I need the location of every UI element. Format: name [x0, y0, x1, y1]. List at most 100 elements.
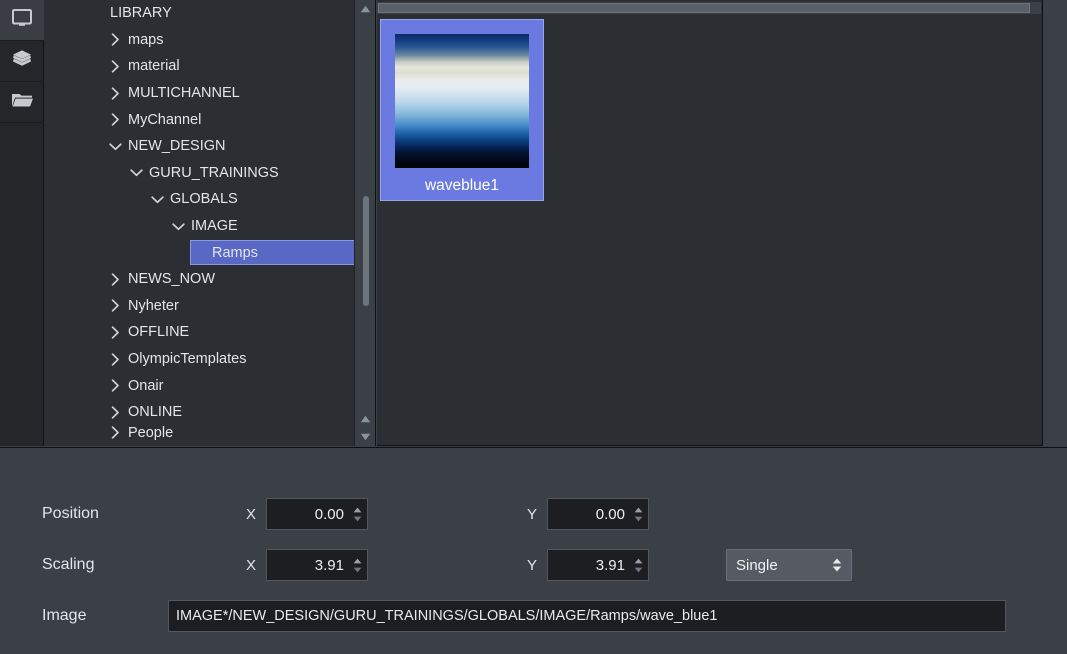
position-row: Position X 0.00 Y 0.00 — [0, 497, 1067, 531]
folder-icon — [10, 90, 34, 115]
tree-item-label: People — [124, 426, 173, 440]
scaling-x-stepper[interactable] — [350, 558, 364, 573]
position-x-value: 0.00 — [267, 506, 350, 523]
stepper-down-icon — [353, 516, 362, 522]
tree-item-globals[interactable]: GLOBALS — [44, 186, 355, 213]
tree-scrollbar-bottom-arrows — [355, 410, 376, 446]
position-label: Position — [42, 505, 99, 523]
chevron-right-icon[interactable] — [106, 273, 124, 286]
scaling-label: Scaling — [42, 556, 94, 574]
tree-item-nyheter[interactable]: Nyheter — [44, 293, 355, 320]
right-filler-strip — [1044, 0, 1067, 447]
thumbnail-scrollbar-thumb[interactable] — [378, 3, 1030, 13]
tree-item-onair[interactable]: Onair — [44, 372, 355, 399]
tree-item-label: Onair — [124, 378, 163, 394]
stepper-up-icon — [634, 507, 643, 513]
chevron-right-icon[interactable] — [106, 379, 124, 392]
position-y-axis-label: Y — [527, 506, 537, 523]
tree-vertical-scrollbar[interactable] — [354, 0, 375, 446]
tree-item-label: ONLINE — [124, 404, 182, 420]
scaling-x-value: 3.91 — [267, 557, 350, 574]
chevron-right-icon[interactable] — [106, 326, 124, 339]
scaling-mode-dropdown[interactable]: Single — [726, 549, 852, 581]
chevron-right-icon[interactable] — [106, 113, 124, 126]
thumbnail-preview-image — [395, 34, 529, 168]
scaling-x-input[interactable]: 3.91 — [266, 549, 368, 581]
chevron-right-icon[interactable] — [106, 33, 124, 46]
stepper-up-icon — [353, 507, 362, 513]
rail-button-layers[interactable] — [0, 41, 44, 82]
tree-item-offline[interactable]: OFFLINE — [44, 319, 355, 346]
chevron-right-icon[interactable] — [106, 299, 124, 312]
rail-button-display[interactable] — [0, 0, 44, 41]
scaling-y-value: 3.91 — [548, 557, 631, 574]
tree-item-news-now[interactable]: NEWS_NOW — [44, 266, 355, 293]
thumbnail-card[interactable]: waveblue1 — [380, 19, 544, 201]
scroll-down-arrow[interactable] — [355, 428, 376, 446]
tree-item-guru-trainings[interactable]: GURU_TRAININGS — [44, 160, 355, 187]
tree-item-label: OFFLINE — [124, 324, 189, 340]
tree-item-label: MyChannel — [124, 112, 201, 128]
layers-icon — [11, 49, 33, 74]
tree-item-multichannel[interactable]: MULTICHANNEL — [44, 80, 355, 107]
properties-panel: Position X 0.00 Y 0.00 Scaling X — [0, 447, 1067, 654]
tree-item-label: maps — [124, 32, 163, 48]
scaling-y-axis-label: Y — [527, 557, 537, 574]
scaling-row: Scaling X 3.91 Y 3.91 Single — [0, 548, 1067, 582]
icon-rail — [0, 0, 44, 446]
stepper-down-icon — [634, 516, 643, 522]
tree-item-label: OlympicTemplates — [124, 351, 246, 367]
display-icon — [11, 8, 33, 33]
tree-item-mychannel[interactable]: MyChannel — [44, 106, 355, 133]
tree-item-label: IMAGE — [187, 218, 238, 234]
stepper-up-icon — [634, 558, 643, 564]
image-row: Image IMAGE*/NEW_DESIGN/GURU_TRAININGS/G… — [0, 599, 1067, 633]
asset-thumbnail-panel: waveblue1 — [377, 0, 1043, 446]
thumbnail-label: waveblue1 — [425, 177, 499, 195]
image-path-input[interactable]: IMAGE*/NEW_DESIGN/GURU_TRAININGS/GLOBALS… — [168, 600, 1006, 632]
scroll-up-arrow[interactable] — [355, 0, 376, 18]
chevron-right-icon[interactable] — [106, 353, 124, 366]
tree-item-people[interactable]: People — [44, 426, 355, 440]
chevron-down-icon[interactable] — [127, 168, 145, 177]
tree-scrollbar-track[interactable] — [355, 18, 376, 410]
position-x-input[interactable]: 0.00 — [266, 498, 368, 530]
tree-item-image[interactable]: IMAGE — [44, 213, 355, 240]
scaling-y-stepper[interactable] — [631, 558, 645, 573]
chevron-down-icon[interactable] — [169, 222, 187, 231]
scroll-up-arrow-bottom[interactable] — [355, 410, 376, 428]
tree-item-online[interactable]: ONLINE — [44, 399, 355, 426]
tree-item-label: material — [124, 58, 180, 74]
stepper-up-icon — [353, 558, 362, 564]
library-tree-list[interactable]: LIBRARY maps material MULTICHANNEL MyChannel… — [44, 0, 355, 446]
stepper-down-icon — [353, 567, 362, 573]
image-label: Image — [42, 607, 86, 625]
chevron-right-icon[interactable] — [106, 60, 124, 73]
tree-item-label: Nyheter — [124, 298, 179, 314]
tree-item-new-design[interactable]: NEW_DESIGN — [44, 133, 355, 160]
tree-item-label: GLOBALS — [166, 191, 238, 207]
tree-item-label: GURU_TRAININGS — [145, 165, 279, 181]
position-x-axis-label: X — [246, 506, 256, 523]
position-y-stepper[interactable] — [631, 507, 645, 522]
tree-item-maps[interactable]: maps — [44, 27, 355, 54]
chevron-right-icon[interactable] — [106, 87, 124, 100]
tree-item-library[interactable]: LIBRARY — [44, 0, 355, 27]
chevron-right-icon[interactable] — [106, 426, 124, 439]
chevron-down-icon[interactable] — [148, 195, 166, 204]
tree-scrollbar-thumb[interactable] — [363, 196, 369, 306]
tree-item-label: NEWS_NOW — [124, 271, 215, 287]
tree-item-label: NEW_DESIGN — [124, 138, 226, 154]
scaling-mode-value: Single — [736, 557, 832, 574]
rail-button-folder[interactable] — [0, 82, 44, 123]
position-x-stepper[interactable] — [350, 507, 364, 522]
scaling-y-input[interactable]: 3.91 — [547, 549, 649, 581]
tree-item-material[interactable]: material — [44, 53, 355, 80]
thumbnail-horizontal-scrollbar[interactable] — [377, 2, 1041, 14]
chevron-right-icon[interactable] — [106, 406, 124, 419]
position-y-input[interactable]: 0.00 — [547, 498, 649, 530]
tree-item-ramps[interactable]: Ramps — [44, 239, 355, 266]
chevron-down-icon[interactable] — [106, 142, 124, 151]
image-path-value: IMAGE*/NEW_DESIGN/GURU_TRAININGS/GLOBALS… — [176, 608, 717, 624]
tree-item-olympictemplates[interactable]: OlympicTemplates — [44, 346, 355, 373]
